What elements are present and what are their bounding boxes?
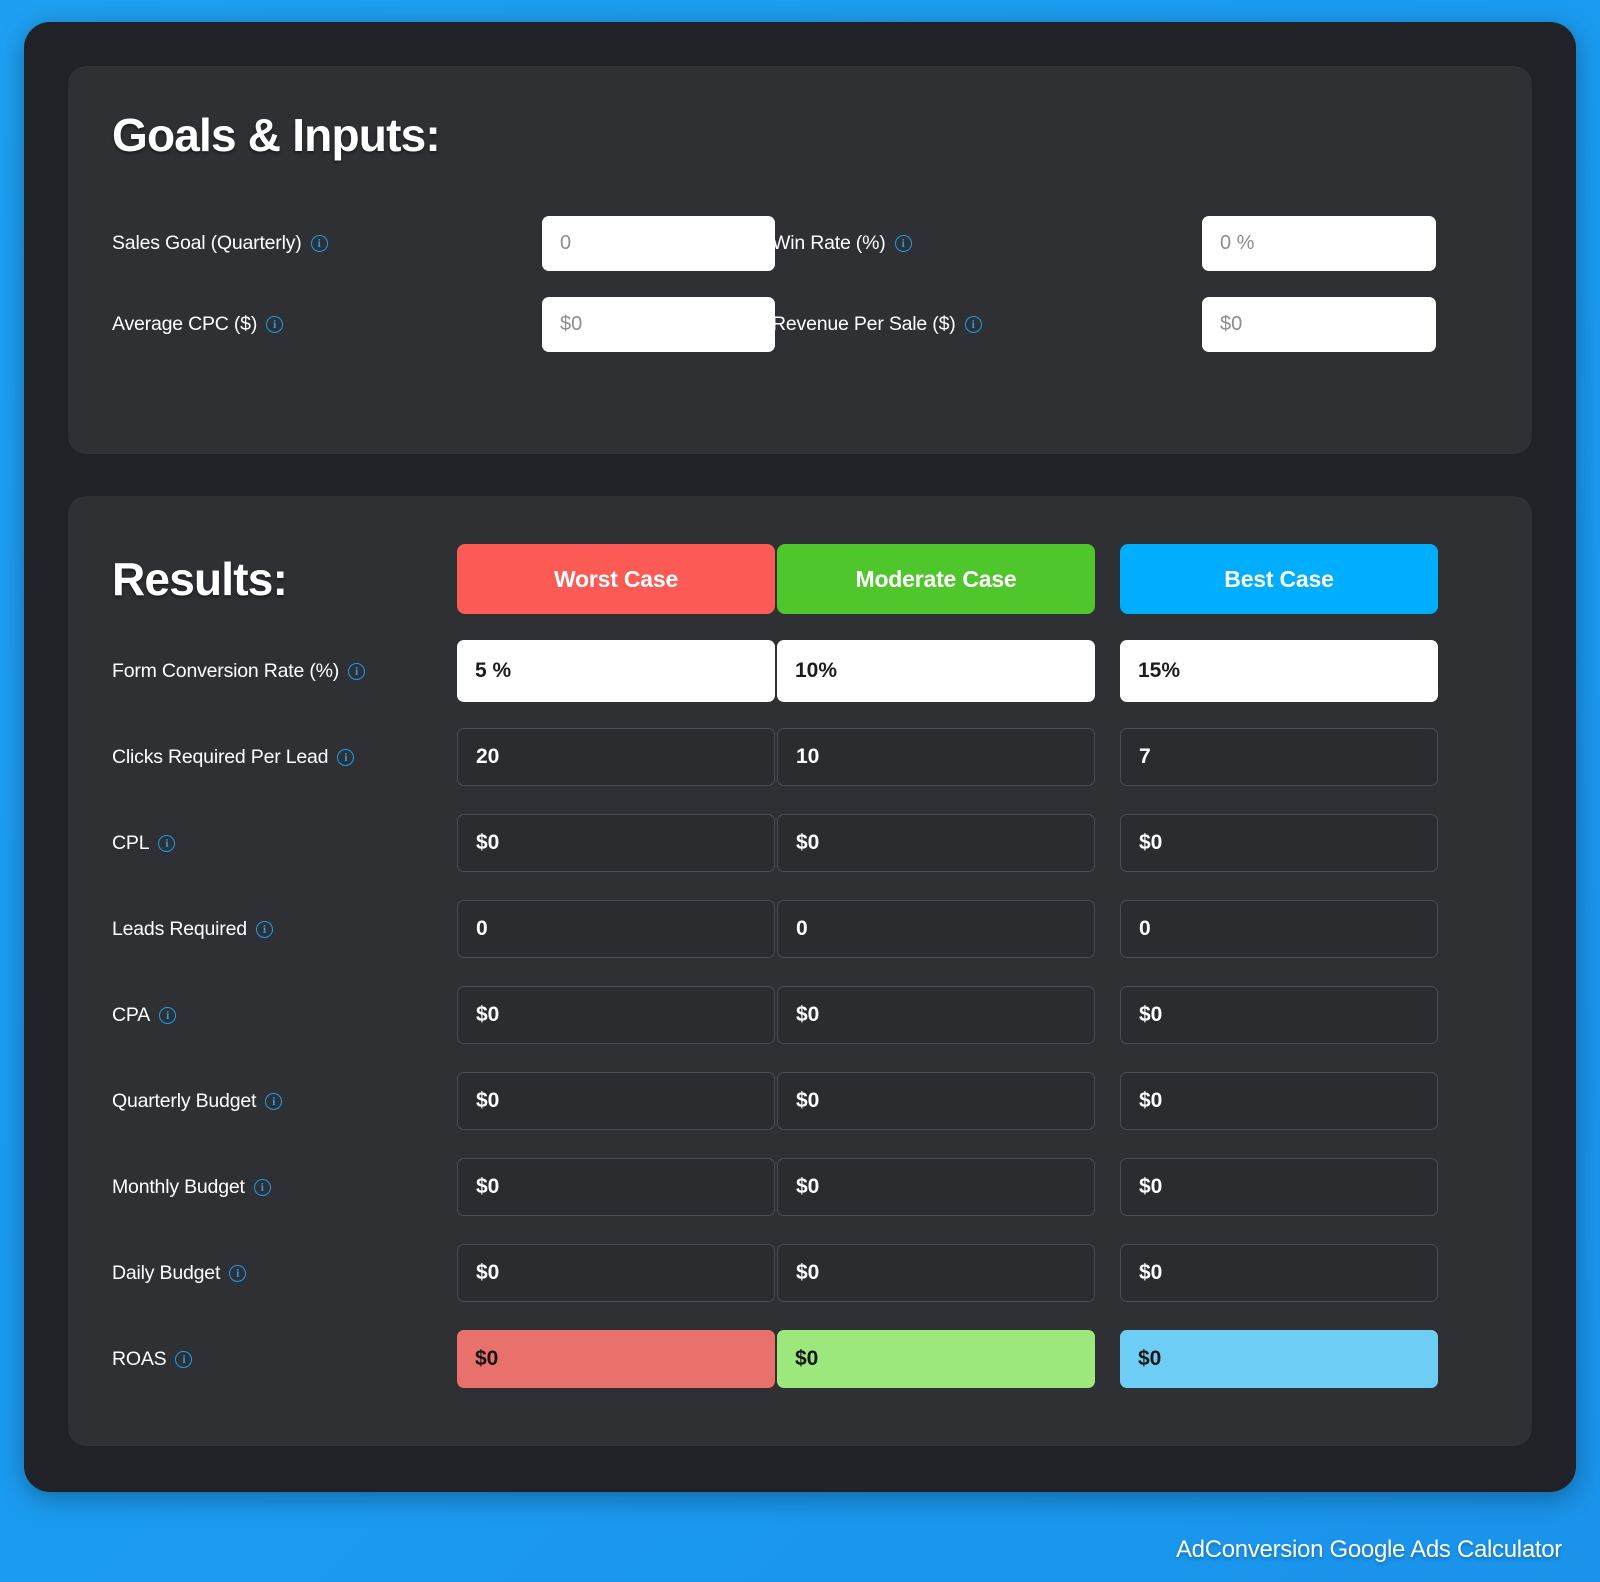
- results-row-label: ROAS i: [112, 1348, 457, 1371]
- worst-case-button[interactable]: Worst Case: [457, 544, 775, 614]
- results-row-label-text: Quarterly Budget: [112, 1089, 257, 1112]
- results-cell-best: $0: [1120, 986, 1438, 1044]
- revenue-per-sale-input[interactable]: $0: [1202, 297, 1436, 352]
- results-row-label-text: Monthly Budget: [112, 1175, 245, 1198]
- goals-inputs-card: Goals & Inputs: Sales Goal (Quarterly) i…: [68, 66, 1532, 454]
- info-icon[interactable]: i: [229, 1264, 247, 1282]
- results-row-label: Form Conversion Rate (%) i: [112, 660, 457, 683]
- results-cell-moderate[interactable]: 10%: [777, 640, 1095, 702]
- results-row-label: Daily Budget i: [112, 1262, 457, 1285]
- results-cell-best: 0: [1120, 900, 1438, 958]
- results-cell-best: $0: [1120, 1244, 1438, 1302]
- moderate-case-button[interactable]: Moderate Case: [777, 544, 1095, 614]
- results-row: Leads Required i 0 0 0: [112, 886, 1488, 972]
- info-icon[interactable]: i: [348, 662, 366, 680]
- results-cell-worst: $0: [457, 1158, 775, 1216]
- info-icon[interactable]: i: [175, 1350, 193, 1368]
- label-sales-goal: Sales Goal (Quarterly) i: [112, 232, 542, 255]
- results-cell-worst: 0: [457, 900, 775, 958]
- results-cell-best: $0: [1120, 1330, 1438, 1388]
- results-cell-worst: 20: [457, 728, 775, 786]
- results-row-label: Clicks Required Per Lead i: [112, 746, 457, 769]
- results-cell-moderate: $0: [777, 986, 1095, 1044]
- label-sales-goal-text: Sales Goal (Quarterly): [112, 232, 302, 254]
- info-icon[interactable]: i: [310, 235, 328, 252]
- footer-brand: AdConversion Google Ads Calculator: [1175, 1536, 1562, 1563]
- info-icon[interactable]: i: [265, 1092, 283, 1110]
- win-rate-input[interactable]: 0 %: [1202, 216, 1436, 271]
- results-row: Quarterly Budget i $0 $0 $0: [112, 1058, 1488, 1144]
- results-row: CPA i $0 $0 $0: [112, 972, 1488, 1058]
- info-icon[interactable]: i: [255, 920, 273, 938]
- results-row: Clicks Required Per Lead i 20 10 7: [112, 714, 1488, 800]
- results-row: Monthly Budget i $0 $0 $0: [112, 1144, 1488, 1230]
- results-cell-best: $0: [1120, 814, 1438, 872]
- results-row-label: CPA i: [112, 1004, 457, 1027]
- results-row: Form Conversion Rate (%) i 5 % 10% 15%: [112, 628, 1488, 714]
- results-cell-worst: $0: [457, 986, 775, 1044]
- results-rows: Form Conversion Rate (%) i 5 % 10% 15% Clicks…: [112, 628, 1488, 1402]
- results-cell-moderate: $0: [777, 1158, 1095, 1216]
- results-cell-worst: $0: [457, 814, 775, 872]
- results-row: Daily Budget i $0 $0 $0: [112, 1230, 1488, 1316]
- app-shell: Goals & Inputs: Sales Goal (Quarterly) i…: [24, 22, 1576, 1492]
- results-cell-worst: $0: [457, 1072, 775, 1130]
- results-card: Results: Worst Case Moderate Case Best C…: [68, 496, 1532, 1446]
- results-row-label-text: CPL: [112, 831, 150, 854]
- label-average-cpc: Average CPC ($) i: [112, 313, 542, 336]
- best-case-button[interactable]: Best Case: [1120, 544, 1438, 614]
- results-row-label-text: Daily Budget: [112, 1261, 221, 1284]
- results-cell-moderate: $0: [777, 1244, 1095, 1302]
- info-icon[interactable]: i: [158, 834, 176, 852]
- results-cell-worst: $0: [457, 1244, 775, 1302]
- info-icon[interactable]: i: [964, 316, 982, 333]
- results-cell-best: $0: [1120, 1158, 1438, 1216]
- label-revenue-per-sale-text: Revenue Per Sale ($): [772, 313, 956, 335]
- results-row-label-text: Clicks Required Per Lead: [112, 745, 329, 768]
- info-icon[interactable]: i: [337, 748, 355, 766]
- label-average-cpc-text: Average CPC ($): [112, 313, 258, 335]
- results-cell-worst: $0: [457, 1330, 775, 1388]
- results-cell-moderate: 10: [777, 728, 1095, 786]
- label-win-rate: Win Rate (%) i: [772, 232, 1202, 255]
- results-row-label-text: Form Conversion Rate (%): [112, 659, 340, 682]
- results-cell-best[interactable]: 15%: [1120, 640, 1438, 702]
- results-row-label: Monthly Budget i: [112, 1176, 457, 1199]
- results-row: CPL i $0 $0 $0: [112, 800, 1488, 886]
- results-row-label-text: ROAS: [112, 1347, 167, 1370]
- results-row-label: CPL i: [112, 832, 457, 855]
- results-cell-moderate: $0: [777, 1330, 1095, 1388]
- calculator-page: Goals & Inputs: Sales Goal (Quarterly) i…: [0, 0, 1600, 1582]
- results-cell-best: 7: [1120, 728, 1438, 786]
- results-cell-moderate: 0: [777, 900, 1095, 958]
- results-row-label: Leads Required i: [112, 918, 457, 941]
- results-title: Results:: [112, 553, 288, 605]
- results-row-label-text: CPA: [112, 1003, 151, 1026]
- info-icon[interactable]: i: [159, 1006, 177, 1024]
- info-icon[interactable]: i: [266, 316, 284, 333]
- goals-inputs-title: Goals & Inputs:: [112, 109, 441, 161]
- sales-goal-input[interactable]: 0: [542, 216, 775, 271]
- label-revenue-per-sale: Revenue Per Sale ($) i: [772, 313, 1202, 336]
- inputs-grid: Sales Goal (Quarterly) i 0 Win Rate (%) …: [112, 216, 1488, 352]
- results-row-label-text: Leads Required: [112, 917, 247, 940]
- results-cell-best: $0: [1120, 1072, 1438, 1130]
- info-icon[interactable]: i: [894, 235, 912, 252]
- average-cpc-input[interactable]: $0: [542, 297, 775, 352]
- results-header-row: Results: Worst Case Moderate Case Best C…: [112, 530, 1488, 628]
- results-cell-worst[interactable]: 5 %: [457, 640, 775, 702]
- results-row-label: Quarterly Budget i: [112, 1090, 457, 1113]
- results-cell-moderate: $0: [777, 1072, 1095, 1130]
- results-cell-moderate: $0: [777, 814, 1095, 872]
- label-win-rate-text: Win Rate (%): [772, 232, 886, 254]
- results-row: ROAS i $0 $0 $0: [112, 1316, 1488, 1402]
- info-icon[interactable]: i: [253, 1178, 271, 1196]
